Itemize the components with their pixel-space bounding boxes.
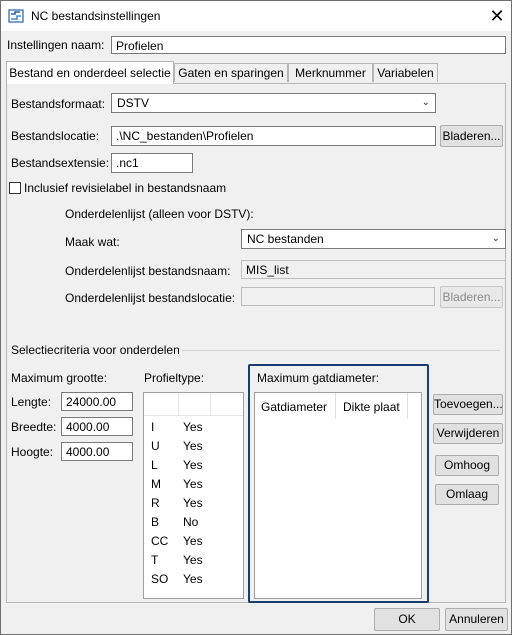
height-input[interactable]: 4000.00 (61, 442, 133, 461)
chevron-down-icon: ⌄ (421, 97, 430, 108)
profile-type-code: CC (151, 534, 169, 548)
list-item[interactable]: L Yes (147, 458, 239, 475)
profile-type-col-divider (210, 393, 211, 415)
file-extension-input[interactable]: .nc1 (111, 153, 193, 173)
parts-list-heading: Onderdelenlijst (alleen voor DSTV): (65, 207, 254, 221)
file-format-label: Bestandsformaat: (11, 97, 106, 111)
title-bar: NC bestandsinstellingen ✕ (1, 1, 511, 31)
parts-list-location-input[interactable] (241, 287, 435, 306)
profile-type-value: Yes (183, 496, 203, 510)
tab-mark-number[interactable]: Merknummer (288, 63, 373, 82)
settings-name-label: Instellingen naam: (7, 38, 105, 52)
profile-type-code: I (151, 420, 155, 434)
file-location-label: Bestandslocatie: (11, 129, 100, 143)
make-what-select[interactable]: NC bestanden ⌄ (241, 229, 506, 249)
profile-type-value: Yes (183, 534, 203, 548)
list-item[interactable]: I Yes (147, 420, 239, 437)
profile-type-value: Yes (183, 572, 203, 586)
profile-type-value: Yes (183, 458, 203, 472)
file-location-input[interactable]: .\NC_bestanden\Profielen (111, 126, 436, 146)
profile-type-value: Yes (183, 477, 203, 491)
profile-type-code: R (151, 496, 160, 510)
hole-col-divider (407, 393, 408, 419)
revision-label-checkbox[interactable] (9, 182, 21, 194)
tab-file-and-part-selection[interactable]: Bestand en onderdeel selectie (6, 61, 174, 84)
settings-name-input[interactable]: Profielen (111, 36, 506, 54)
tab-holes-and-openings[interactable]: Gaten en sparingen (174, 63, 288, 82)
parts-list-filename-input[interactable]: MIS_list (241, 260, 506, 279)
max-size-label: Maximum grootte: (11, 371, 108, 385)
profile-type-value: Yes (183, 553, 203, 567)
selection-criteria-heading: Selectiecriteria voor onderdelen (11, 343, 180, 357)
add-button[interactable]: Toevoegen... (433, 394, 503, 415)
list-item[interactable]: T Yes (147, 553, 239, 570)
length-input[interactable]: 24000.00 (61, 392, 133, 411)
profile-type-col-divider (178, 393, 179, 415)
make-what-value: NC bestanden (247, 232, 324, 246)
close-icon[interactable]: ✕ (485, 4, 509, 28)
move-down-button[interactable]: Omlaag (435, 484, 499, 505)
dialog-window: NC bestandsinstellingen ✕ Instellingen n… (0, 0, 512, 635)
profile-type-code: B (151, 515, 160, 529)
app-icon (8, 9, 24, 23)
list-item[interactable]: B No (147, 515, 239, 532)
width-input[interactable]: 4000.00 (61, 417, 133, 436)
revision-label-checkbox-text: Inclusief revisielabel in bestandsnaam (24, 181, 227, 195)
max-hole-label: Maximum gatdiameter: (257, 371, 380, 385)
browse-button[interactable]: Bladeren... (440, 125, 503, 147)
profile-type-code: SO (151, 572, 169, 586)
make-what-label: Maak wat: (65, 235, 120, 249)
length-label: Lengte: (11, 395, 52, 409)
selection-divider (182, 350, 500, 351)
file-format-value: DSTV (117, 96, 150, 110)
hole-diameter-table[interactable]: Gatdiameter Dikte plaat (254, 392, 422, 599)
profile-type-code: M (151, 477, 161, 491)
profile-type-code: U (151, 439, 160, 453)
profile-type-value: Yes (183, 420, 203, 434)
profile-type-value: Yes (183, 439, 203, 453)
file-format-select[interactable]: DSTV ⌄ (111, 93, 436, 113)
parts-list-filename-label: Onderdelenlijst bestandsnaam: (65, 264, 231, 278)
list-item[interactable]: R Yes (147, 496, 239, 513)
parts-list-browse-button[interactable]: Bladeren... (440, 286, 503, 308)
profile-type-value: No (183, 515, 199, 529)
tab-variables[interactable]: Variabelen (373, 63, 438, 82)
height-label: Hoogte: (11, 445, 54, 459)
width-label: Breedte: (11, 420, 57, 434)
profile-type-header-divider (144, 415, 243, 416)
remove-button[interactable]: Verwijderen (433, 423, 503, 444)
col-header-plate-thickness[interactable]: Dikte plaat (343, 400, 400, 414)
hole-col-divider (335, 393, 336, 419)
ok-button[interactable]: OK (374, 608, 440, 631)
profile-type-code: L (151, 458, 158, 472)
chevron-down-icon: ⌄ (491, 233, 500, 244)
parts-list-location-label: Onderdelenlijst bestandslocatie: (65, 291, 236, 305)
file-extension-label: Bestandsextensie: (11, 156, 110, 170)
col-header-hole-diameter[interactable]: Gatdiameter (261, 400, 327, 414)
list-item[interactable]: M Yes (147, 477, 239, 494)
move-up-button[interactable]: Omhoog (435, 455, 499, 476)
list-item[interactable]: U Yes (147, 439, 239, 456)
list-item[interactable]: SO Yes (147, 572, 239, 589)
list-item[interactable]: CC Yes (147, 534, 239, 551)
profile-type-code: T (151, 553, 159, 567)
cancel-button[interactable]: Annuleren (445, 608, 508, 631)
profile-type-label: Profieltype: (144, 371, 205, 385)
window-title: NC bestandsinstellingen (31, 9, 161, 23)
